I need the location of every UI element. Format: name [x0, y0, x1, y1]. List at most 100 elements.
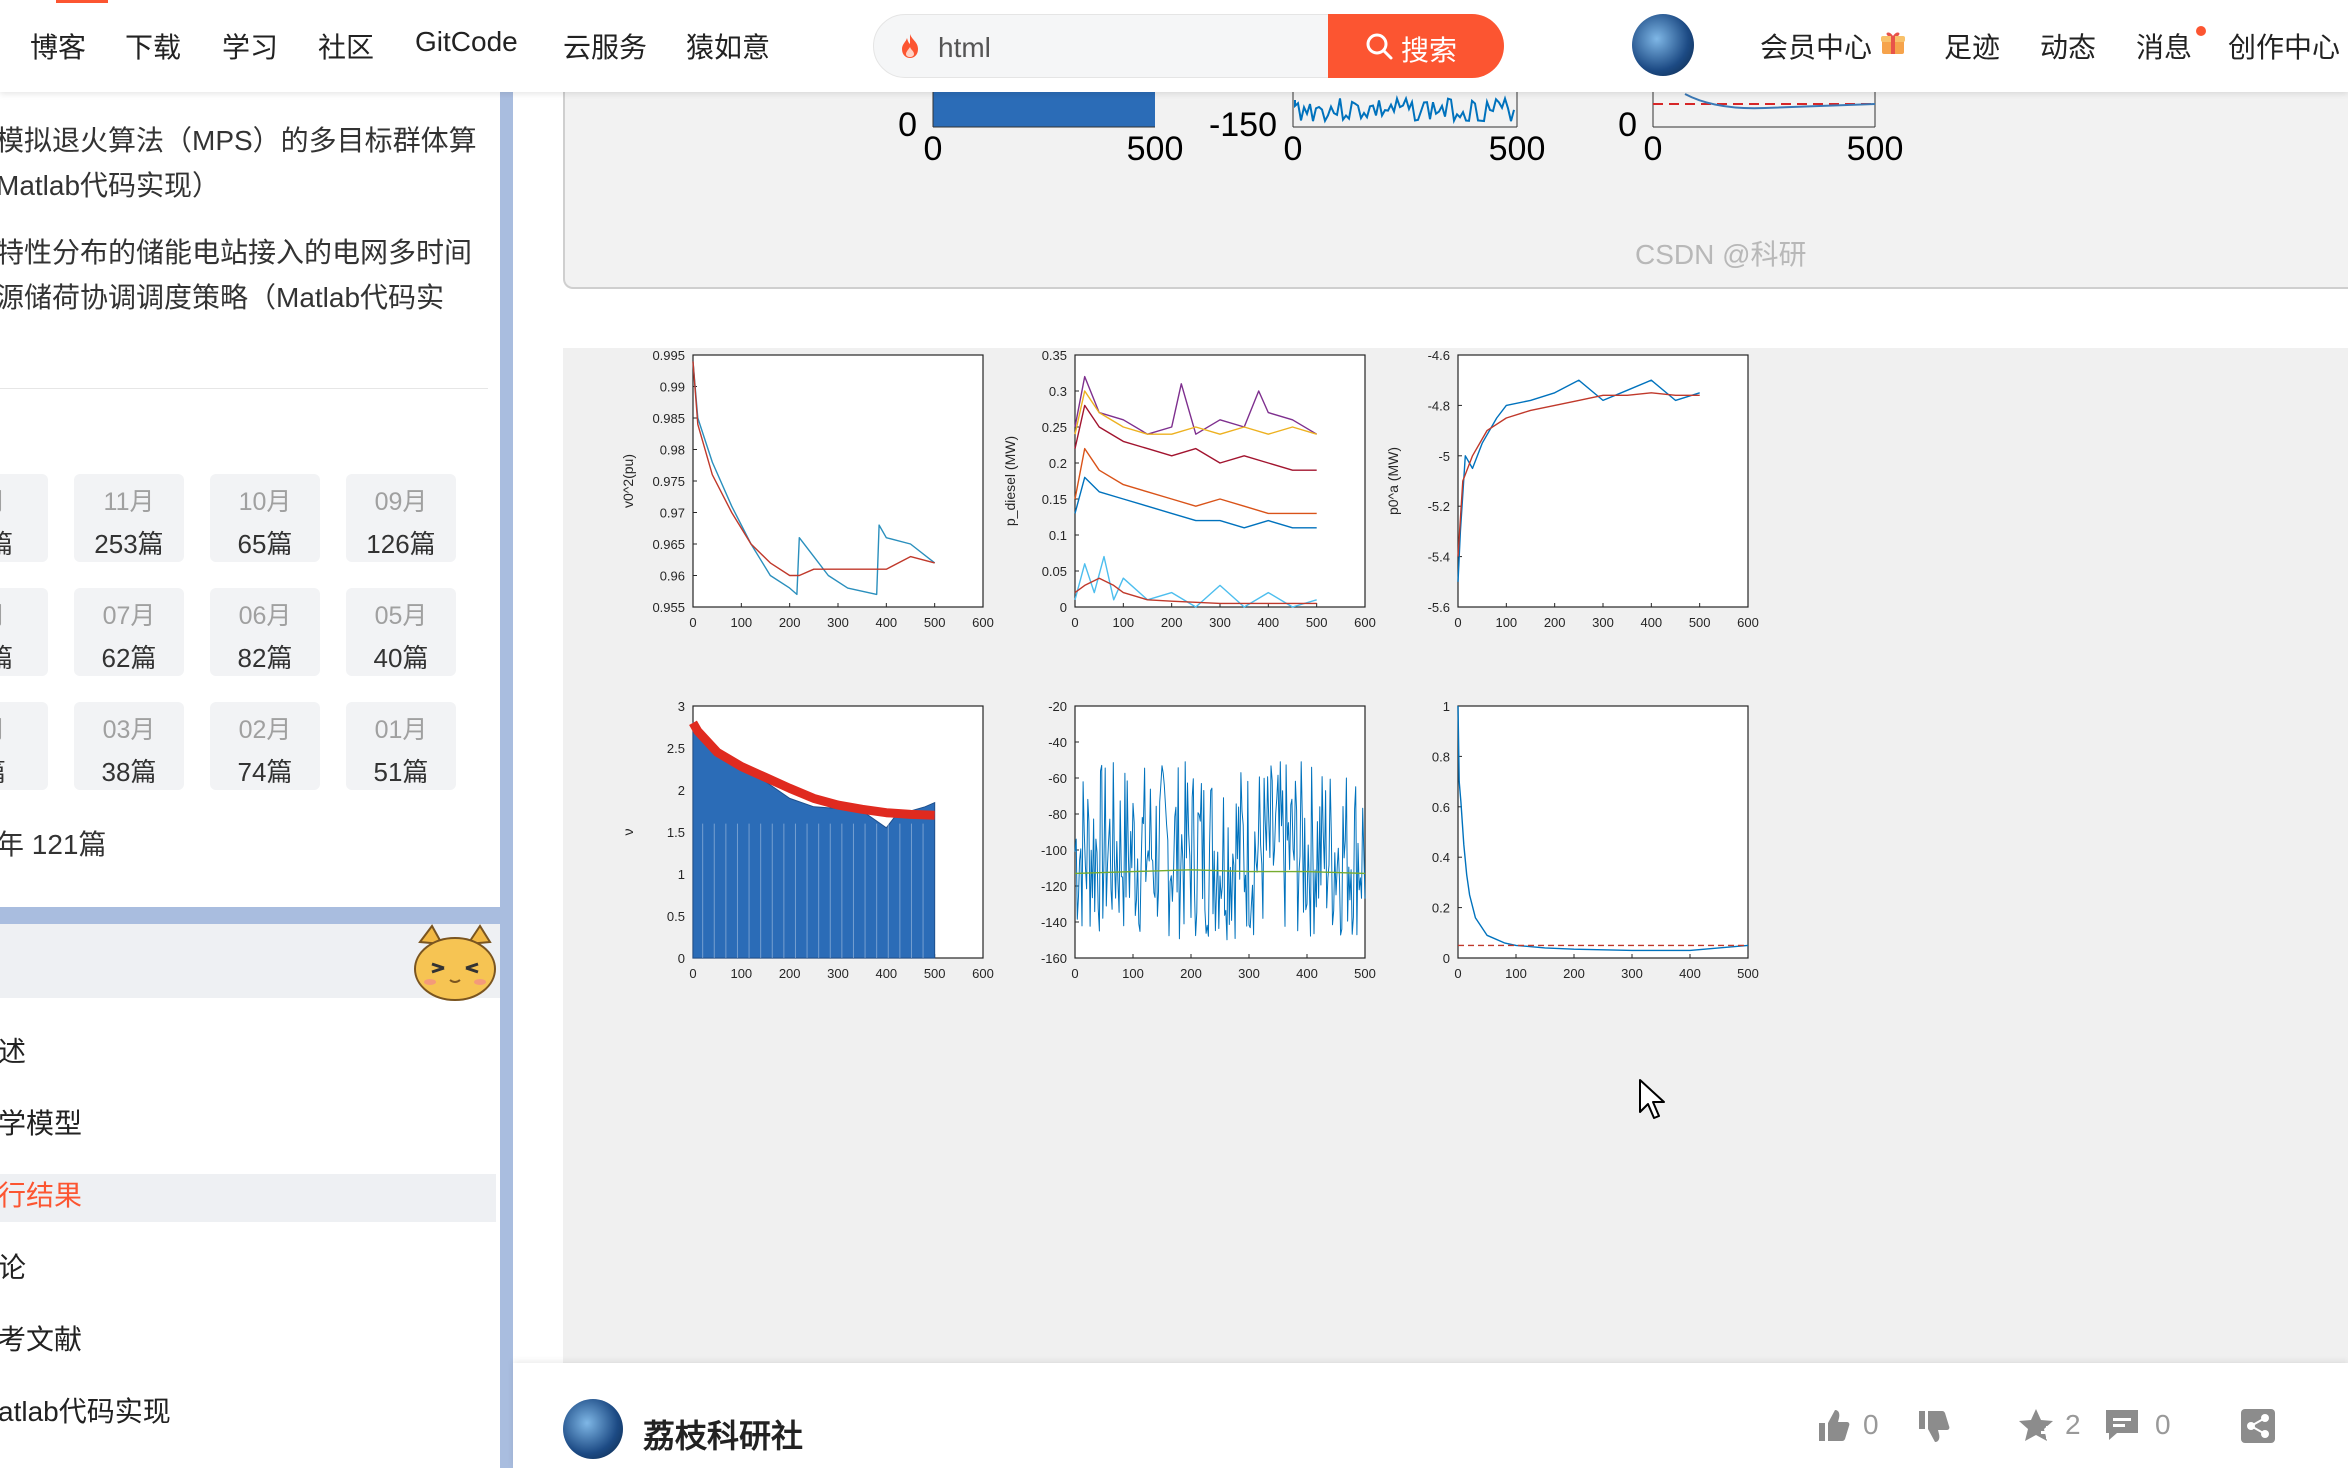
collect-star-icon[interactable] — [2017, 1407, 2055, 1443]
x-tick-label: 500 — [1737, 966, 1759, 981]
comment-icon[interactable] — [2103, 1407, 2141, 1443]
x-tick-label: 500 — [1847, 130, 1904, 168]
x-tick-label: 0 — [1644, 130, 1663, 168]
plot-area — [1457, 705, 1749, 959]
x-tick-label: 100 — [1505, 966, 1527, 981]
x-tick-label: 400 — [1296, 966, 1318, 981]
x-tick-label: 500 — [924, 615, 946, 630]
hot-fire-icon — [902, 34, 918, 58]
x-tick-label: 0 — [1071, 615, 1078, 630]
y-tick-label: 0.35 — [1042, 348, 1067, 363]
nav-active-indicator — [56, 0, 108, 3]
y-tick-label: -80 — [1048, 807, 1067, 822]
y-tick-label: -5 — [1438, 449, 1450, 464]
y-tick-label: -5.4 — [1428, 550, 1450, 565]
archive-count: 40篇 — [373, 643, 429, 673]
y-tick-label: -20 — [1048, 699, 1067, 714]
y-axis-label: p_diesel (MW) — [1002, 436, 1018, 526]
search-button[interactable]: 搜索 — [1328, 14, 1504, 78]
y-tick-label: 0.96 — [660, 569, 685, 584]
archive-month-cell[interactable]: 05月 40篇 — [346, 588, 456, 676]
nav-link-activity[interactable]: 动态 — [2040, 26, 2096, 66]
like-icon[interactable] — [1815, 1407, 1851, 1443]
watermark: CSDN @科研 — [1635, 239, 1807, 270]
y-tick-label: -5.6 — [1428, 600, 1450, 615]
toc-item[interactable]: 述 — [0, 1030, 26, 1070]
archive-month-cell[interactable]: 月篇 — [0, 702, 48, 790]
search-input[interactable] — [936, 25, 1320, 71]
related-article-1[interactable]: 模拟退火算法（MPS）的多目标群体算 Matlab代码实现） — [0, 118, 477, 208]
archive-year-summary[interactable]: 年 121篇 — [0, 822, 107, 867]
sidebar-panel-related: 模拟退火算法（MPS）的多目标群体算 Matlab代码实现） 特性分布的储能电站… — [0, 92, 500, 907]
y-tick-label: 0 — [898, 106, 917, 144]
related-article-2-line-1: 特性分布的储能电站接入的电网多时间 — [0, 237, 473, 268]
archive-month-cell[interactable]: 03月 38篇 — [74, 702, 184, 790]
share-icon[interactable] — [2239, 1407, 2277, 1445]
archive-count: 82篇 — [237, 643, 293, 673]
archive-month-cell[interactable]: 01月 51篇 — [346, 702, 456, 790]
toc-item-active[interactable]: 行结果 — [0, 1174, 82, 1214]
archive-month-cell[interactable]: 06月 82篇 — [210, 588, 320, 676]
nav-link-gitcode[interactable]: GitCode — [415, 26, 518, 58]
top-nav: 博客 下载 学习 社区 GitCode 云服务 猿如意 搜索 会员中心 足迹 动… — [0, 0, 2348, 92]
y-tick-label: 1 — [1443, 699, 1450, 714]
archive-month-cell[interactable]: 07月 62篇 — [74, 588, 184, 676]
x-tick-label: 200 — [779, 966, 801, 981]
nav-link-footprint[interactable]: 足迹 — [1944, 26, 2000, 66]
x-tick-label: 100 — [1112, 615, 1134, 630]
y-tick-label: -60 — [1048, 771, 1067, 786]
archive-month: 10月 — [238, 488, 292, 516]
x-tick-label: 400 — [875, 966, 897, 981]
nav-link-download[interactable]: 下载 — [125, 26, 181, 66]
chart-panel-5: 0 100 200 300 400 500 -160 -140 -120 -100 -80 -60 -4… — [1041, 699, 1376, 981]
archive-count: 74篇 — [237, 757, 293, 787]
toc-item[interactable]: atlab代码实现 — [0, 1390, 171, 1430]
toc-item[interactable]: 学模型 — [0, 1102, 82, 1142]
archive-count: 65篇 — [237, 529, 293, 559]
archive-count: 3篇 — [0, 529, 14, 559]
nav-link-community[interactable]: 社区 — [318, 26, 374, 66]
nav-link-yuanruyi[interactable]: 猿如意 — [686, 26, 770, 66]
archive-count: 126篇 — [366, 529, 436, 559]
y-tick-label: 1 — [678, 867, 685, 882]
archive-month-cell[interactable]: 月 3篇 — [0, 474, 48, 562]
y-tick-label: 1.5 — [667, 825, 685, 840]
x-tick-label: 500 — [924, 966, 946, 981]
cat-mascot-icon — [414, 924, 496, 1001]
archive-count: 51篇 — [373, 757, 429, 787]
archive-month: 月 — [0, 710, 48, 746]
divider — [0, 388, 488, 389]
toc-item[interactable]: 考文献 — [0, 1318, 82, 1358]
y-tick-label: -100 — [1041, 843, 1067, 858]
nav-link-creation-center[interactable]: 创作中心 — [2228, 26, 2340, 66]
x-tick-label: 400 — [1640, 615, 1662, 630]
author-name[interactable]: 荔枝科研社 — [643, 1411, 803, 1457]
nav-link-learn[interactable]: 学习 — [222, 26, 278, 66]
search-box[interactable] — [873, 14, 1329, 78]
user-avatar[interactable] — [1632, 14, 1694, 76]
archive-month-cell[interactable]: 10月 65篇 — [210, 474, 320, 562]
top-figure-canvas: 0 0 500 -150 0 500 0 0 500 CSDN @科研 — [898, 92, 1904, 270]
x-tick-label: 400 — [1679, 966, 1701, 981]
y-tick-label: 0.97 — [660, 506, 685, 521]
chart-panel-3: 0 100 200 300 400 500 600 -5.6 -5.4 -5.2 -5 -4.8 -4.… — [1385, 348, 1759, 630]
y-tick-label: 0.99 — [660, 380, 685, 395]
y-tick-label: -140 — [1041, 915, 1067, 930]
y-tick-label: 0.15 — [1042, 492, 1067, 507]
archive-month-cell[interactable]: 月 5篇 — [0, 588, 48, 676]
archive-month-cell[interactable]: 11月 253篇 — [74, 474, 184, 562]
nav-link-member-center[interactable]: 会员中心 — [1760, 26, 1872, 66]
archive-month-cell[interactable]: 02月 74篇 — [210, 702, 320, 790]
comment-count: 0 — [2155, 1409, 2171, 1440]
nav-link-cloud[interactable]: 云服务 — [563, 26, 647, 66]
search-button-label: 搜索 — [1401, 35, 1458, 66]
toc-item[interactable]: 论 — [0, 1246, 26, 1286]
nav-link-blog[interactable]: 博客 — [30, 26, 86, 66]
y-tick-label: 0.995 — [652, 348, 685, 363]
x-tick-label: 100 — [730, 615, 752, 630]
nav-link-messages[interactable]: 消息 — [2136, 26, 2192, 66]
related-article-2[interactable]: 特性分布的储能电站接入的电网多时间 源储荷协调调度策略（Matlab代码实 — [0, 230, 472, 320]
archive-month-cell[interactable]: 09月 126篇 — [346, 474, 456, 562]
author-avatar[interactable] — [563, 1399, 623, 1459]
dislike-icon[interactable] — [1915, 1409, 1951, 1445]
